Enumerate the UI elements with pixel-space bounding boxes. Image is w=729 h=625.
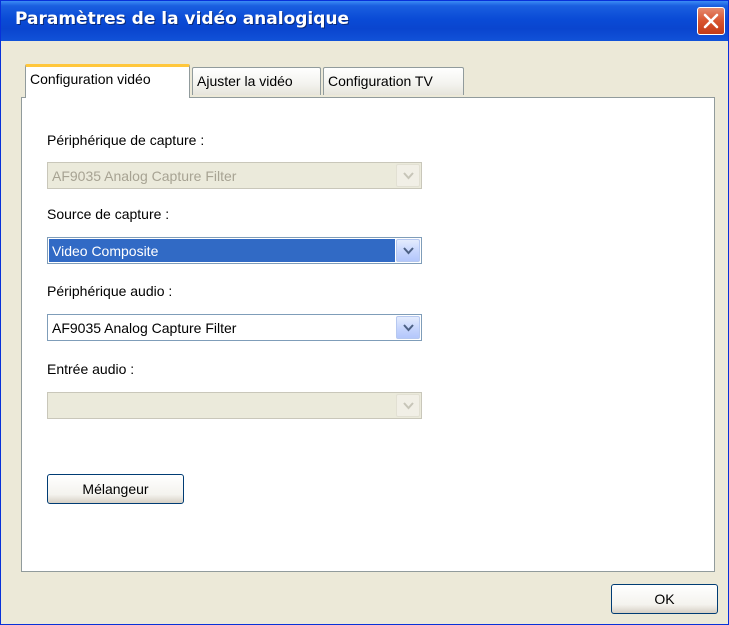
close-icon — [703, 13, 719, 29]
title-bar[interactable]: Paramètres de la vidéo analogique — [1, 1, 728, 41]
dialog-body: Configuration vidéo Ajuster la vidéo Con… — [5, 41, 724, 622]
tab-label: Configuration vidéo — [30, 71, 151, 87]
tab-label: Ajuster la vidéo — [197, 73, 293, 89]
dropdown-button[interactable] — [396, 394, 420, 417]
audio-input-dropdown[interactable] — [47, 392, 422, 419]
capture-device-label: Périphérique de capture : — [47, 132, 205, 148]
dialog-window: Paramètres de la vidéo analogique Config… — [0, 0, 729, 625]
capture-source-value: Video Composite — [49, 239, 395, 262]
capture-source-label: Source de capture : — [47, 206, 170, 222]
capture-device-value: AF9035 Analog Capture Filter — [52, 168, 237, 184]
chevron-down-icon — [403, 402, 414, 410]
audio-device-dropdown[interactable]: AF9035 Analog Capture Filter — [47, 314, 422, 341]
chevron-down-icon — [403, 324, 414, 332]
dropdown-button[interactable] — [396, 164, 420, 187]
tab-configuration-video[interactable]: Configuration vidéo — [25, 64, 190, 98]
tab-ajuster-video[interactable]: Ajuster la vidéo — [192, 67, 321, 95]
audio-device-value: AF9035 Analog Capture Filter — [52, 320, 237, 336]
chevron-down-icon — [403, 247, 414, 255]
capture-source-dropdown[interactable]: Video Composite — [47, 237, 422, 264]
audio-device-label: Périphérique audio : — [47, 283, 173, 299]
audio-input-value — [49, 394, 395, 417]
mixer-button[interactable]: Mélangeur — [47, 474, 184, 504]
tab-configuration-tv[interactable]: Configuration TV — [323, 67, 464, 95]
dropdown-button[interactable] — [396, 239, 420, 262]
chevron-down-icon — [403, 172, 414, 180]
dropdown-button[interactable] — [396, 316, 420, 339]
audio-input-label: Entrée audio : — [47, 361, 135, 377]
window-title: Paramètres de la vidéo analogique — [15, 9, 350, 29]
tab-panel: Périphérique de capture : AF9035 Analog … — [21, 97, 715, 572]
capture-device-dropdown[interactable]: AF9035 Analog Capture Filter — [47, 162, 422, 189]
tab-label: Configuration TV — [328, 73, 433, 89]
ok-button[interactable]: OK — [611, 584, 718, 614]
close-button[interactable] — [697, 7, 725, 35]
